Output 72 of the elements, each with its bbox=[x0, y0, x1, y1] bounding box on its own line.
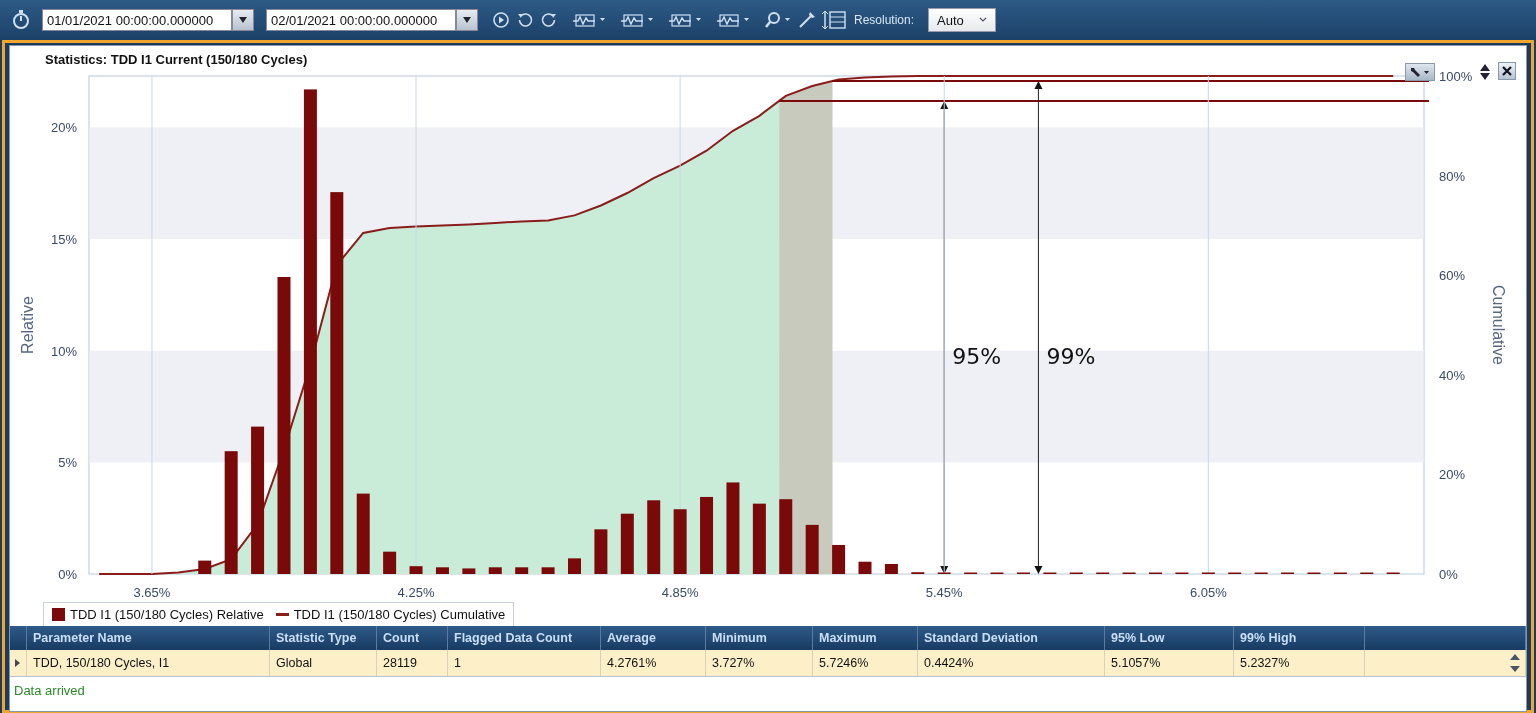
table-cell: 28119 bbox=[376, 650, 448, 677]
y-tick-label: 20% bbox=[1439, 467, 1466, 483]
x-tick-label: 4.25% bbox=[397, 585, 435, 600]
table-cell: Global bbox=[269, 650, 377, 677]
stopwatch-icon[interactable] bbox=[12, 10, 30, 30]
resolution-label: Resolution: bbox=[854, 13, 915, 27]
column-header[interactable]: Average bbox=[600, 626, 706, 650]
column-header[interactable]: 95% Low bbox=[1104, 626, 1234, 650]
x-tick-label: 4.85% bbox=[661, 585, 699, 600]
table-row[interactable]: TDD, 150/180 Cycles, I1 Global 28119 1 4.2761% 3.727% 5.7246% 0.4424% 5.1057% 5.2327% bbox=[10, 650, 1526, 677]
caret-icon bbox=[462, 16, 472, 24]
wrench-icon bbox=[1409, 66, 1431, 78]
y-tick-label: 20% bbox=[50, 120, 77, 136]
legend-label: TDD I1 (150/180 Cycles) Relative bbox=[70, 607, 264, 622]
y-tick-label: 10% bbox=[50, 343, 77, 359]
close-button[interactable] bbox=[1498, 62, 1516, 80]
end-date-field[interactable]: 02/01/2021 00:00:00.000000 bbox=[266, 9, 456, 31]
tools-button[interactable] bbox=[1405, 63, 1435, 81]
scroll-arrows-icon[interactable] bbox=[1509, 653, 1521, 673]
start-date-field[interactable]: 01/01/2021 00:00:00.000000 bbox=[42, 9, 232, 31]
column-header[interactable]: Count bbox=[376, 626, 448, 650]
y-tick-label: 60% bbox=[1439, 268, 1466, 284]
row-indicator-icon bbox=[15, 659, 20, 667]
dropdown-button[interactable] bbox=[456, 9, 478, 31]
search-icon[interactable] bbox=[764, 11, 792, 29]
caret-icon bbox=[979, 17, 988, 23]
column-header[interactable]: Statistic Type bbox=[269, 626, 377, 650]
waveform-icon[interactable] bbox=[572, 12, 606, 28]
y-tick-label: 0% bbox=[1439, 567, 1458, 582]
y-tick-label: 80% bbox=[1439, 168, 1466, 184]
legend-label: TDD I1 (150/180 Cycles) Cumulative bbox=[293, 607, 506, 622]
y-tick-label: 0% bbox=[58, 567, 77, 582]
table-cell: 1 bbox=[447, 650, 601, 677]
table-cell: 4.2761% bbox=[600, 650, 706, 677]
x-tick-label: 6.05% bbox=[1189, 585, 1227, 600]
wand-icon[interactable] bbox=[798, 11, 816, 29]
play-icon[interactable] bbox=[492, 11, 510, 29]
rotate-left-icon[interactable] bbox=[516, 11, 534, 29]
row-height-icon[interactable] bbox=[822, 10, 846, 30]
table-cell: TDD, 150/180 Cycles, I1 bbox=[26, 650, 270, 677]
waveform-icon[interactable] bbox=[716, 12, 750, 28]
y-tick-label: 40% bbox=[1439, 367, 1466, 383]
percent-label: 95% bbox=[952, 344, 1002, 369]
y-axis-title: Relative bbox=[19, 296, 36, 354]
y-tick-label: 100% bbox=[1439, 69, 1473, 84]
y-tick-label: 15% bbox=[50, 232, 77, 247]
dropdown-button[interactable] bbox=[232, 9, 254, 31]
waveform-icon[interactable] bbox=[620, 12, 654, 28]
column-header[interactable]: Parameter Name bbox=[26, 626, 270, 650]
caret-icon bbox=[238, 16, 248, 24]
panel-title: Statistics: TDD I1 Current (150/180 Cycles) bbox=[44, 51, 309, 66]
up-down-icon[interactable] bbox=[1480, 64, 1490, 80]
y-tick-label: 5% bbox=[58, 455, 77, 471]
x-tick-label: 5.45% bbox=[925, 585, 963, 600]
y-axis-title: Cumulative bbox=[1490, 285, 1507, 365]
x-tick-label: 3.65% bbox=[133, 585, 171, 600]
table-cell: 5.2327% bbox=[1233, 650, 1365, 677]
close-icon bbox=[1502, 66, 1512, 76]
percent-label: 99% bbox=[1046, 344, 1096, 369]
column-header[interactable]: Flagged Data Count bbox=[447, 626, 601, 650]
column-header[interactable]: 99% High bbox=[1233, 626, 1365, 650]
column-header[interactable]: Standard Deviation bbox=[917, 626, 1105, 650]
column-header[interactable]: Maximum bbox=[812, 626, 918, 650]
table-cell: 0.4424% bbox=[917, 650, 1105, 677]
rotate-right-icon[interactable] bbox=[540, 11, 558, 29]
resolution-select[interactable]: Auto bbox=[928, 8, 997, 32]
waveform-icon[interactable] bbox=[668, 12, 702, 28]
table-cell: 3.727% bbox=[705, 650, 813, 677]
table-cell: 5.1057% bbox=[1104, 650, 1234, 677]
table-cell: 5.7246% bbox=[812, 650, 918, 677]
column-header[interactable]: Minimum bbox=[705, 626, 813, 650]
status-text: Data arrived bbox=[13, 682, 86, 698]
